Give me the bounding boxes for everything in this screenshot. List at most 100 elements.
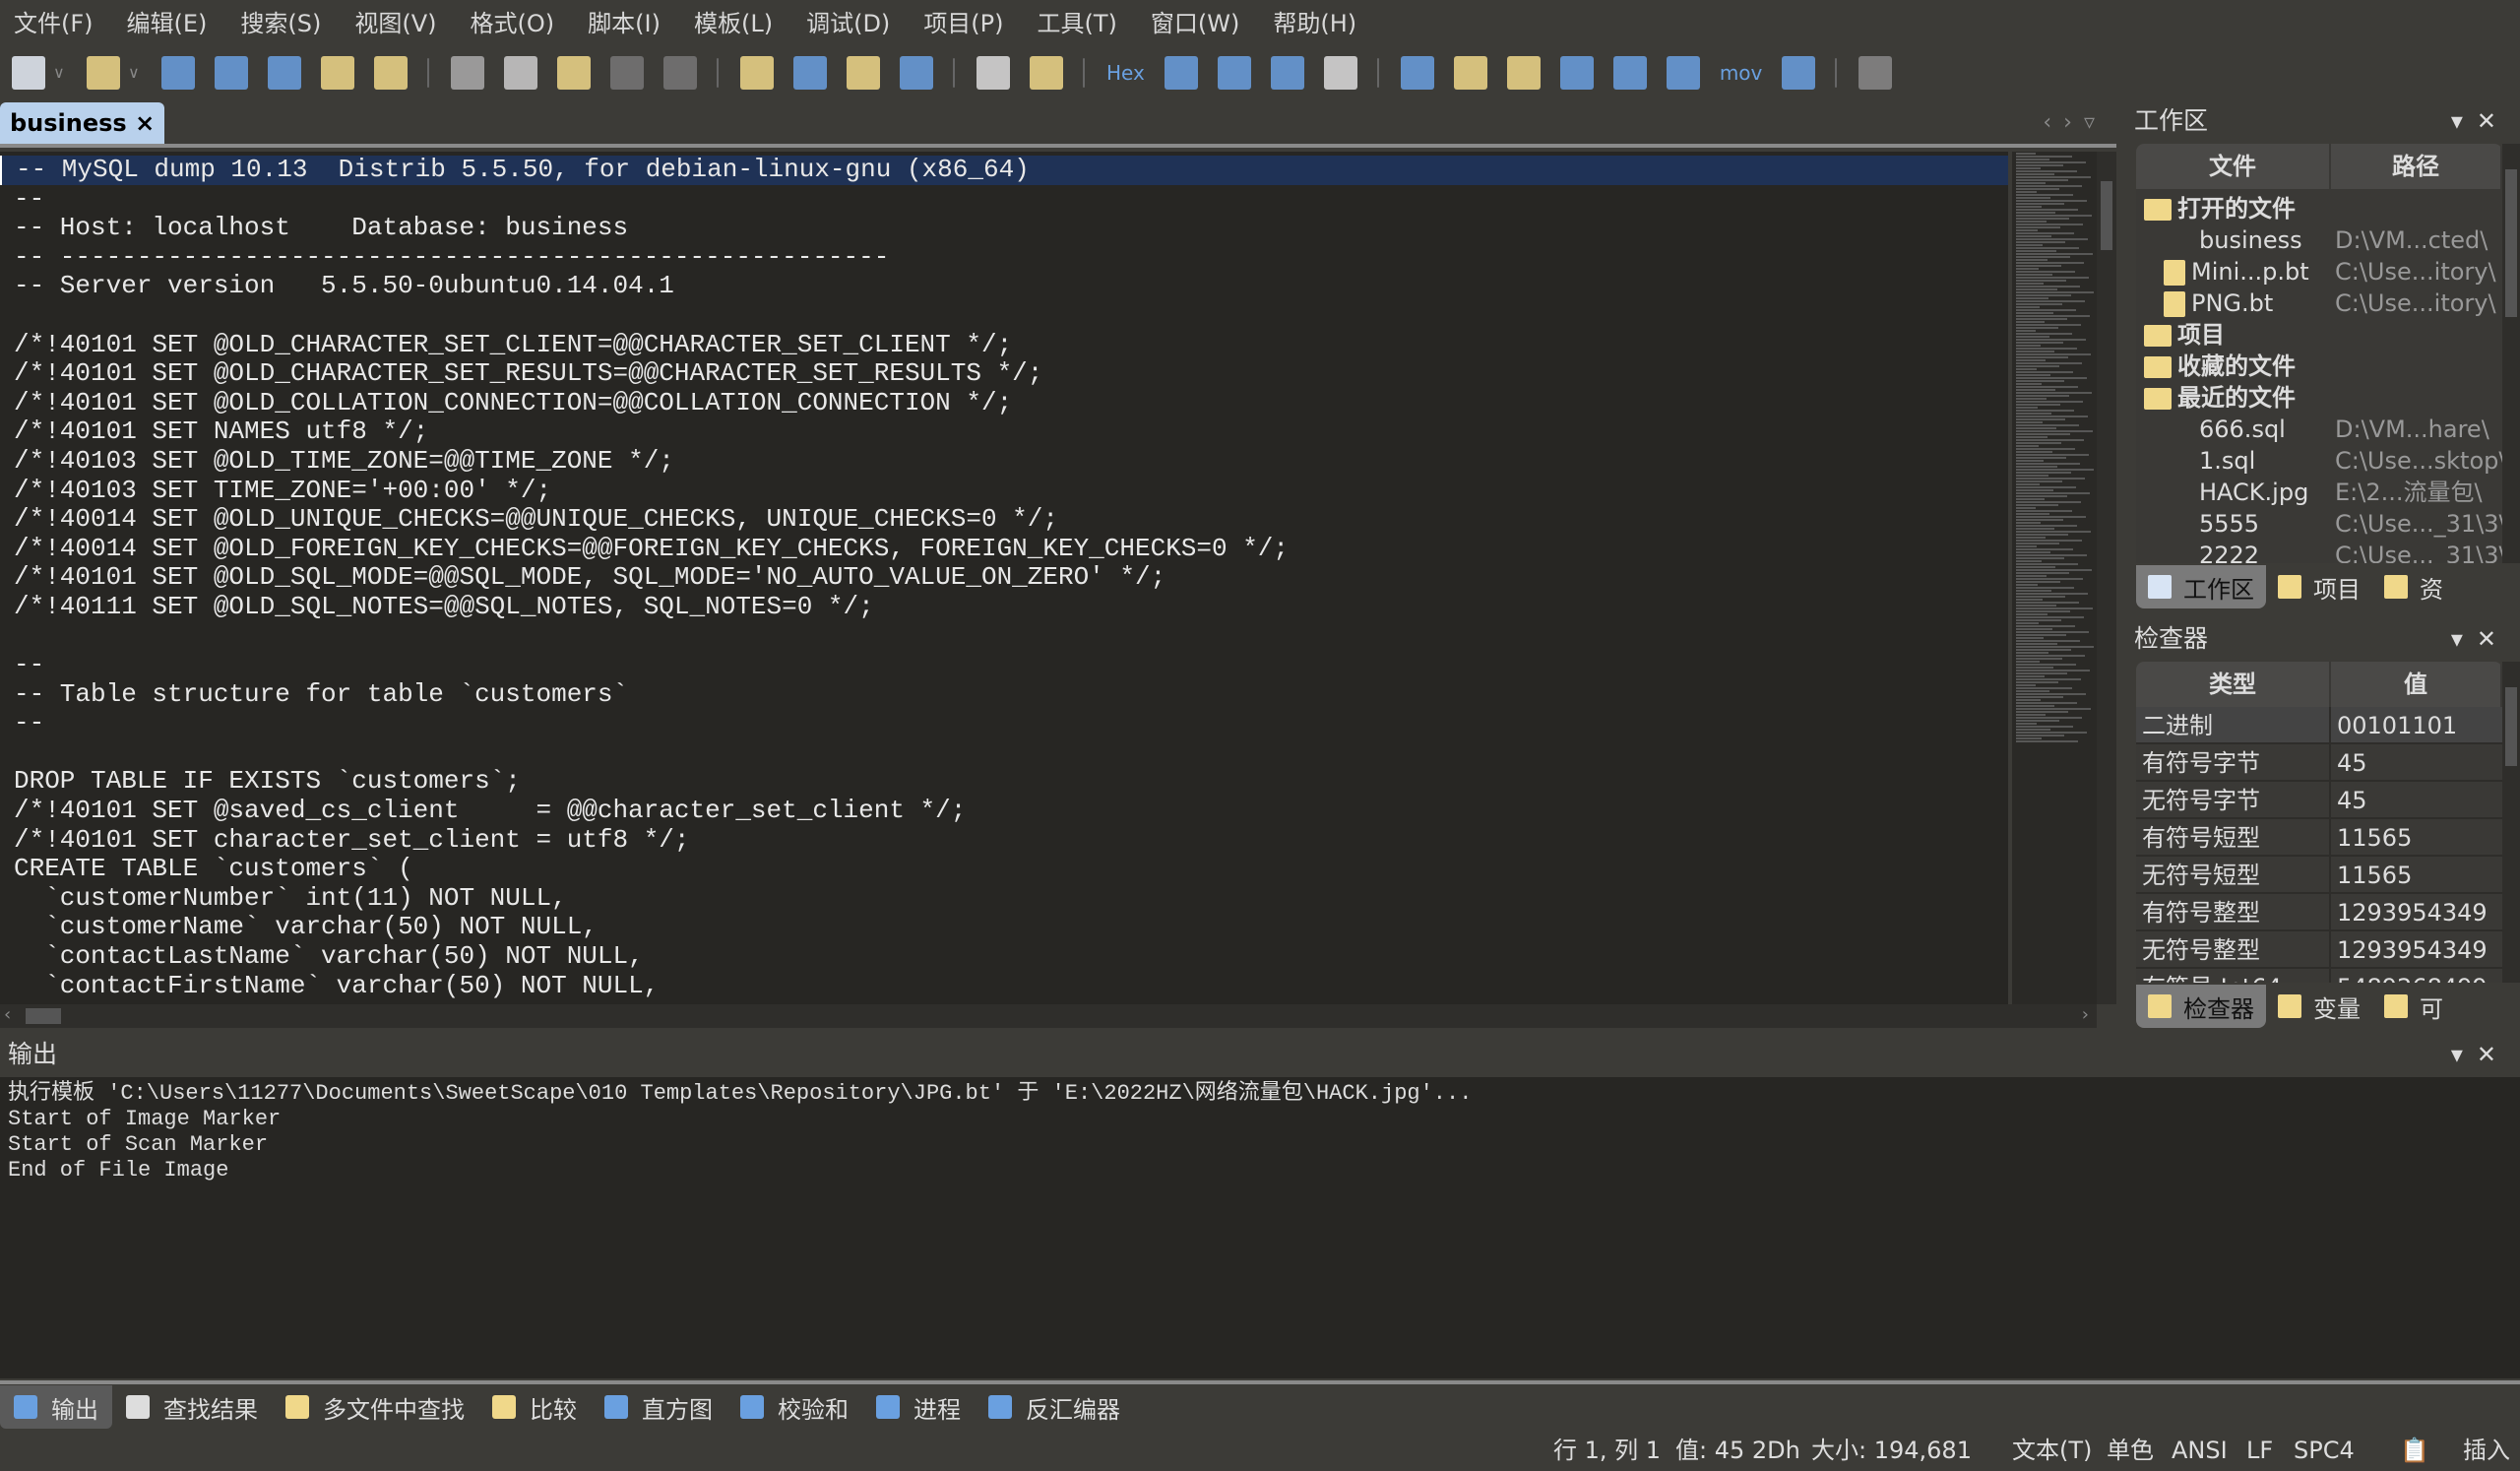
menu-item[interactable]: 视图(V) — [354, 4, 436, 38]
col-file[interactable]: 文件 — [2136, 144, 2331, 189]
workspace-group[interactable]: 项目 — [2136, 319, 2502, 351]
panel-controls[interactable]: ▾✕ — [2451, 1034, 2510, 1075]
menu-item[interactable]: 窗口(W) — [1151, 4, 1239, 38]
bottom-tab-compare[interactable]: 比较 — [478, 1385, 591, 1429]
hex-icon[interactable]: Hex — [1106, 61, 1145, 85]
open-folder-icon[interactable] — [321, 56, 354, 90]
copy-icon[interactable] — [504, 56, 537, 90]
workspace-file[interactable]: 666.sql D:\VM...hare\ — [2136, 414, 2502, 445]
output-panel[interactable]: 执行模板 'C:\Users\11277\Documents\SweetScap… — [0, 1077, 2520, 1378]
scroll-right-icon[interactable]: › — [2082, 1004, 2089, 1025]
inspector-value[interactable]: 1293954349 — [2331, 931, 2502, 967]
goto-icon[interactable] — [900, 56, 933, 90]
workspace-group[interactable]: 打开的文件 — [2136, 193, 2502, 224]
menu-item[interactable]: 项目(P) — [923, 4, 1003, 38]
dropdown-icon[interactable]: ∨ — [128, 56, 142, 90]
inspector-value[interactable]: 45 — [2331, 744, 2502, 780]
workspace-tab-1[interactable]: 项目 — [2266, 565, 2372, 608]
inspector-value[interactable]: 00101101 — [2331, 707, 2502, 742]
save-as-icon[interactable] — [215, 56, 248, 90]
inspector-row[interactable]: 二进制 00101101 — [2136, 707, 2502, 744]
highlight-icon[interactable] — [1323, 56, 1357, 90]
panel-controls[interactable]: ▾✕ — [2451, 98, 2510, 144]
pilcrow-icon[interactable] — [1217, 56, 1251, 90]
menu-item[interactable]: 搜索(S) — [240, 4, 321, 38]
swap-icon[interactable] — [1164, 56, 1198, 90]
tab-navigation[interactable]: ‹›▿ — [2043, 110, 2107, 135]
status-insert[interactable]: 插入 — [2463, 1430, 2510, 1471]
inspector-value[interactable]: 45 — [2331, 782, 2502, 817]
inspector-row[interactable]: 有符号 Int645489268499 — [2136, 969, 2502, 983]
workspace-file[interactable]: 1.sql C:\Use...sktop\ — [2136, 445, 2502, 477]
calculator-icon[interactable] — [1400, 56, 1434, 90]
workspace-group[interactable]: 最近的文件 — [2136, 382, 2502, 414]
vertical-scrollbar[interactable] — [2097, 152, 2116, 1004]
mov-icon[interactable]: mov — [1720, 61, 1763, 85]
workspace-file[interactable]: 5555 C:\Use..._31\3\ — [2136, 508, 2502, 540]
scroll-left-icon[interactable]: ‹ — [4, 1004, 11, 1025]
workspace-file[interactable]: 2222 C:\Use..._31\3\ — [2136, 540, 2502, 563]
columns-icon[interactable] — [1270, 56, 1304, 90]
scroll-thumb[interactable] — [2101, 181, 2112, 250]
menu-item[interactable]: 工具(T) — [1038, 4, 1117, 38]
menu-item[interactable]: 编辑(E) — [127, 4, 208, 38]
scroll-thumb[interactable] — [26, 1008, 61, 1024]
menu-item[interactable]: 模板(L) — [694, 4, 773, 38]
base-convert-icon[interactable] — [1782, 56, 1816, 90]
cut-icon[interactable] — [451, 56, 484, 90]
menu-item[interactable]: 脚本(I) — [588, 4, 661, 38]
menu-item[interactable]: 调试(D) — [806, 4, 890, 38]
status-tab[interactable]: SPC4 — [2294, 1430, 2355, 1471]
bottom-tab-output[interactable]: 输出 — [0, 1385, 112, 1429]
paste-icon[interactable] — [557, 56, 591, 90]
menu-item[interactable]: 格式(O) — [471, 4, 555, 38]
new-file-icon[interactable] — [12, 56, 45, 90]
inspector-scrollbar[interactable] — [2502, 662, 2520, 983]
tab-business[interactable]: business × — [0, 102, 165, 144]
bottom-tab-histogram[interactable]: 直方图 — [591, 1385, 726, 1429]
col-type[interactable]: 类型 — [2136, 662, 2331, 707]
workspace-tab-2[interactable]: 资 — [2372, 565, 2455, 608]
status-position[interactable]: 行 1, 列 1 — [1553, 1430, 1661, 1471]
minimap[interactable] — [2012, 152, 2097, 1004]
checksum-icon[interactable] — [1612, 56, 1647, 90]
status-edit-mode[interactable]: 文本(T) — [2012, 1430, 2092, 1471]
find-icon[interactable] — [740, 56, 774, 90]
pause-icon[interactable] — [1858, 56, 1893, 90]
undo-icon[interactable] — [610, 56, 644, 90]
run-script-icon[interactable] — [976, 56, 1010, 90]
open-file-icon[interactable] — [87, 56, 120, 90]
redo-icon[interactable] — [663, 56, 697, 90]
inspector-row[interactable]: 有符号整型 1293954349 — [2136, 894, 2502, 931]
bottom-tab-checksum[interactable]: 校验和 — [726, 1385, 862, 1429]
run-template-icon[interactable] — [1030, 56, 1063, 90]
save-icon[interactable] — [161, 56, 195, 90]
workspace-file[interactable]: PNG.bt C:\Use...itory\ — [2136, 288, 2502, 319]
inspector-tab-1[interactable]: 变量 — [2266, 985, 2372, 1028]
check-icon[interactable] — [1666, 56, 1700, 90]
inspector-value[interactable]: 11565 — [2331, 857, 2502, 892]
bottom-tab-process[interactable]: 进程 — [862, 1385, 975, 1429]
status-color[interactable]: 单色 — [2107, 1430, 2154, 1471]
histogram-icon[interactable] — [1559, 56, 1594, 90]
horizontal-scrollbar[interactable]: ‹ › — [0, 1004, 2097, 1028]
menu-item[interactable]: 文件(F) — [14, 4, 94, 38]
code-content[interactable]: -- MySQL dump 10.13 Distrib 5.5.50, for … — [0, 152, 2008, 1000]
inspector-row[interactable]: 无符号字节 45 — [2136, 782, 2502, 819]
dropdown-icon[interactable]: ∨ — [53, 56, 67, 90]
workspace-file[interactable]: business D:\VM...cted\ — [2136, 224, 2502, 256]
clipboard-icon[interactable]: 📋 — [2400, 1430, 2429, 1471]
compare-icon[interactable] — [1506, 56, 1541, 90]
save-all-icon[interactable] — [268, 56, 301, 90]
status-line-ending[interactable]: LF — [2246, 1430, 2273, 1471]
inspector-value[interactable]: 1293954349 — [2331, 894, 2502, 929]
inspector-row[interactable]: 无符号短型 11565 — [2136, 857, 2502, 894]
replace-icon[interactable] — [793, 56, 827, 90]
status-encoding[interactable]: ANSI — [2172, 1430, 2228, 1471]
col-value[interactable]: 值 — [2331, 662, 2502, 707]
bottom-tab-find-results[interactable]: 查找结果 — [112, 1385, 272, 1429]
workspace-file[interactable]: HACK.jpg E:\2...流量包\ — [2136, 477, 2502, 508]
inspector-tab-0[interactable]: 检查器 — [2136, 985, 2266, 1028]
col-path[interactable]: 路径 — [2331, 144, 2502, 189]
inspector-row[interactable]: 有符号字节 45 — [2136, 744, 2502, 782]
